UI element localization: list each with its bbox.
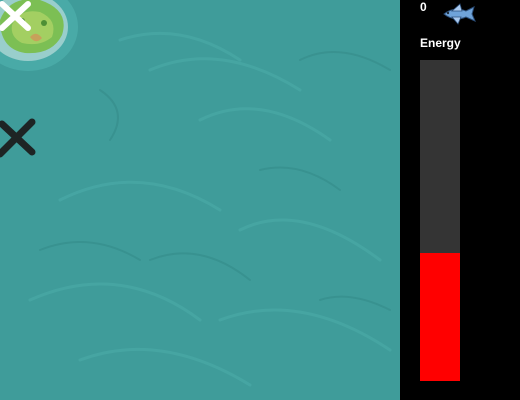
energy-bar bbox=[420, 60, 460, 381]
game-play-area[interactable] bbox=[0, 0, 400, 400]
black-x-marker-icon[interactable] bbox=[0, 118, 40, 158]
energy-bar-fill bbox=[420, 252, 460, 381]
hud-panel: 0 Energy bbox=[400, 0, 520, 400]
flying-fish-icon bbox=[443, 3, 476, 25]
score-value: 0 bbox=[420, 0, 427, 14]
white-x-marker-icon[interactable] bbox=[0, 0, 32, 32]
energy-label: Energy bbox=[420, 36, 461, 50]
